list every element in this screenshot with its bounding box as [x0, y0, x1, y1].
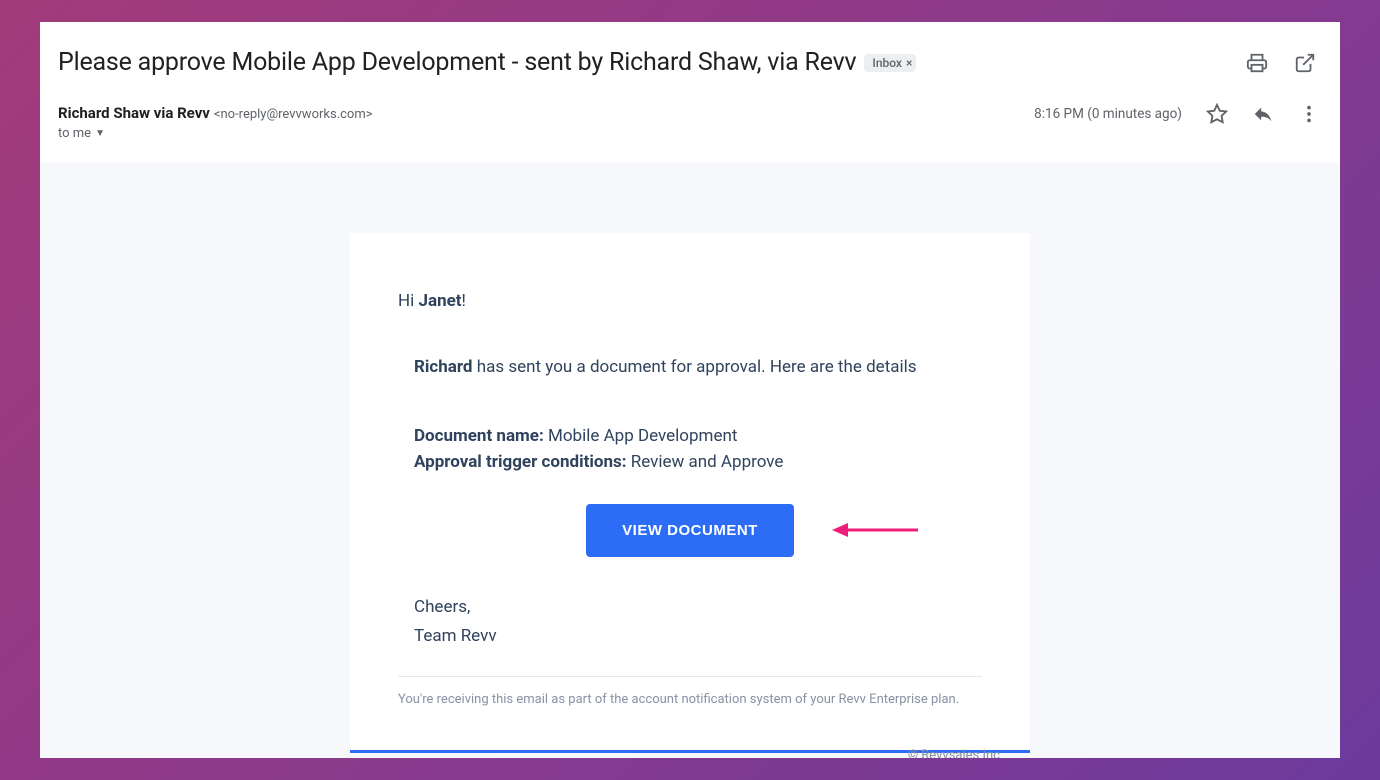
- docname-value: Mobile App Development: [544, 426, 738, 446]
- intro-name: Richard: [414, 357, 473, 377]
- open-external-icon[interactable]: [1294, 52, 1316, 74]
- greet-prefix: Hi: [398, 291, 418, 311]
- trigger-line: Approval trigger conditions: Review and …: [414, 449, 982, 475]
- greet-suffix: !: [462, 291, 466, 311]
- close-icon[interactable]: ×: [906, 56, 912, 70]
- inbox-chip[interactable]: Inbox ×: [864, 54, 916, 72]
- inbox-chip-label: Inbox: [872, 56, 902, 70]
- trigger-label: Approval trigger conditions:: [414, 452, 627, 472]
- sender-row: Richard Shaw via Revv <no-reply@revvwork…: [58, 99, 1320, 149]
- email-viewer: Please approve Mobile App Development - …: [40, 22, 1340, 758]
- star-icon[interactable]: [1206, 103, 1228, 125]
- sender-line: Richard Shaw via Revv <no-reply@revvwork…: [58, 103, 373, 122]
- doc-name-line: Document name: Mobile App Development: [414, 423, 982, 449]
- to-label: to me: [58, 126, 91, 141]
- divider: [398, 676, 982, 677]
- more-icon[interactable]: [1298, 103, 1320, 125]
- trigger-value: Review and Approve: [627, 452, 784, 472]
- subject-left: Please approve Mobile App Development - …: [58, 48, 916, 77]
- chevron-down-icon: ▼: [95, 128, 105, 139]
- subject-row: Please approve Mobile App Development - …: [58, 40, 1320, 99]
- copyright: © Revvsales Inc: [908, 748, 1000, 758]
- signoff: Cheers, Team Revv: [398, 593, 982, 651]
- details-block: Document name: Mobile App Development Ap…: [398, 423, 982, 476]
- intro-line: Richard has sent you a document for appr…: [398, 357, 982, 377]
- docname-label: Document name:: [414, 426, 544, 446]
- timestamp: 8:16 PM (0 minutes ago): [1034, 106, 1182, 122]
- reply-icon[interactable]: [1252, 103, 1274, 125]
- intro-rest: has sent you a document for approval. He…: [473, 357, 917, 377]
- disclaimer: You're receiving this email as part of t…: [398, 691, 982, 730]
- sender-name: Richard Shaw via Revv: [58, 104, 210, 122]
- subject-text: Please approve Mobile App Development - …: [58, 48, 856, 77]
- print-icon[interactable]: [1246, 52, 1268, 74]
- greeting: Hi Janet!: [398, 291, 982, 311]
- view-document-button[interactable]: VIEW DOCUMENT: [586, 504, 794, 557]
- cta-wrap: VIEW DOCUMENT: [398, 504, 982, 557]
- sign2: Team Revv: [414, 622, 982, 651]
- sender-right: 8:16 PM (0 minutes ago): [1034, 103, 1320, 125]
- sign1: Cheers,: [414, 593, 982, 622]
- sender-email: <no-reply@revvworks.com>: [214, 107, 373, 122]
- to-line[interactable]: to me ▼: [58, 126, 373, 141]
- email-body-area: Hi Janet! Richard has sent you a documen…: [40, 163, 1340, 758]
- sender-left: Richard Shaw via Revv <no-reply@revvwork…: [58, 103, 373, 141]
- subject-actions: [1246, 52, 1320, 74]
- greet-name: Janet: [418, 291, 461, 311]
- email-card: Hi Janet! Richard has sent you a documen…: [350, 233, 1030, 750]
- annotation-arrow-icon: [830, 520, 920, 540]
